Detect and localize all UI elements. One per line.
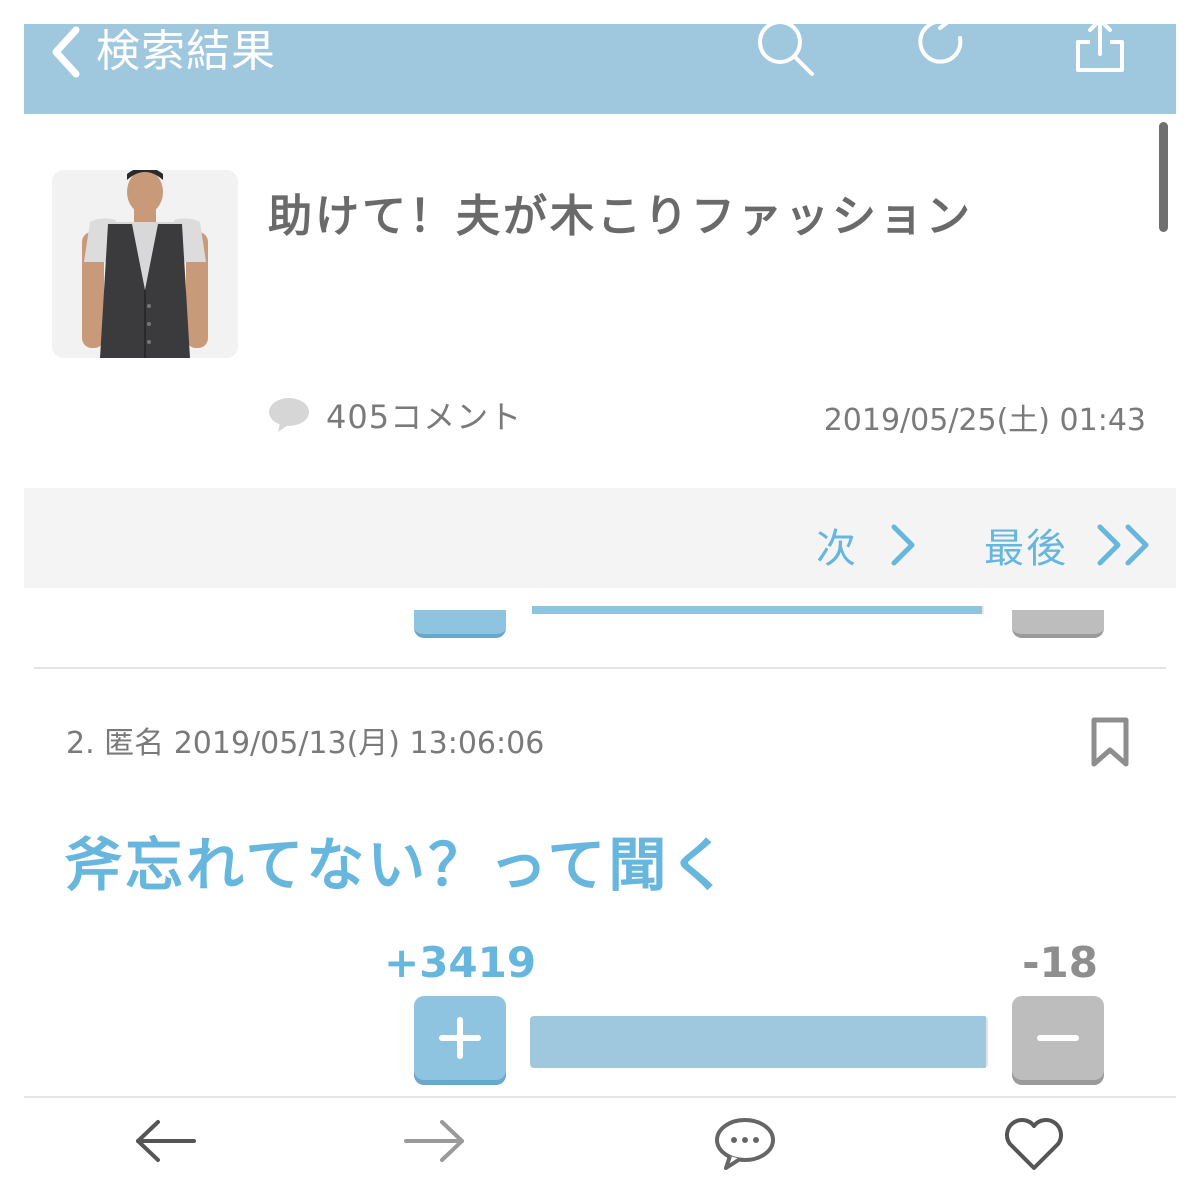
prev-vote-fill (532, 606, 982, 614)
plus-icon (439, 1017, 481, 1059)
share-button[interactable] (1070, 18, 1130, 80)
divider (34, 667, 1166, 669)
app-screen: 検索結果 助けて！夫が木こりファッション 405コメント 2019/05/25(… (0, 0, 1200, 1200)
last-page-label: 最後 (984, 526, 1068, 572)
last-page-button[interactable]: 最後 (984, 516, 1156, 574)
comment-meta: 2. 匿名 2019/05/13(月) 13:06:06 (66, 726, 545, 761)
back-button[interactable]: 検索結果 (48, 26, 276, 78)
comment-count: 405コメント (268, 392, 522, 438)
comment-bubble-icon (715, 1118, 775, 1170)
bookmark-button[interactable] (1088, 716, 1132, 772)
pager: 次 最後 (24, 488, 1176, 588)
topic-title[interactable]: 助けて！夫が木こりファッション (268, 180, 973, 244)
plus-count: +3419 (384, 938, 537, 987)
vote-ratio-bar (530, 1016, 988, 1068)
minus-icon (1037, 1035, 1079, 1041)
prev-vote-bar (532, 606, 984, 614)
favorite-button[interactable] (1002, 1116, 1066, 1176)
prev-minus-button[interactable] (1012, 610, 1104, 638)
chevron-right-icon (891, 524, 915, 566)
man-in-vest-photo (52, 170, 238, 358)
heart-icon (1005, 1118, 1063, 1170)
bottom-toolbar (24, 1096, 1176, 1178)
browser-forward-button[interactable] (402, 1116, 468, 1170)
reload-icon (918, 12, 963, 64)
search-icon (758, 20, 814, 76)
scrollbar[interactable] (1159, 122, 1168, 232)
comment-count-label: 405コメント (326, 398, 523, 436)
speech-bubble-icon (269, 398, 309, 432)
next-page-button[interactable]: 次 (816, 516, 924, 574)
header-bar: 検索結果 (24, 12, 1176, 114)
comment-body: 斧忘れてない？って聞く (64, 831, 731, 899)
topic-thumbnail[interactable] (52, 170, 238, 358)
search-button[interactable] (752, 20, 816, 84)
minus-button[interactable] (1012, 996, 1104, 1080)
back-label: 検索結果 (96, 26, 276, 77)
comments-button[interactable] (712, 1116, 778, 1176)
reload-button[interactable] (914, 12, 974, 78)
arrow-right-icon (404, 1120, 464, 1162)
double-chevron-right-icon (1097, 524, 1149, 566)
bookmark-icon (1091, 717, 1129, 767)
vote-ratio-fill (530, 1016, 986, 1068)
plus-button[interactable] (414, 996, 506, 1080)
browser-back-button[interactable] (132, 1116, 198, 1170)
chevron-left-icon (52, 26, 80, 78)
minus-count: -18 (1022, 938, 1098, 987)
prev-plus-button[interactable] (414, 610, 506, 638)
topic-date: 2019/05/25(土) 01:43 (823, 403, 1146, 438)
arrow-left-icon (136, 1120, 196, 1162)
share-icon (1076, 18, 1124, 72)
next-page-label: 次 (816, 526, 858, 572)
